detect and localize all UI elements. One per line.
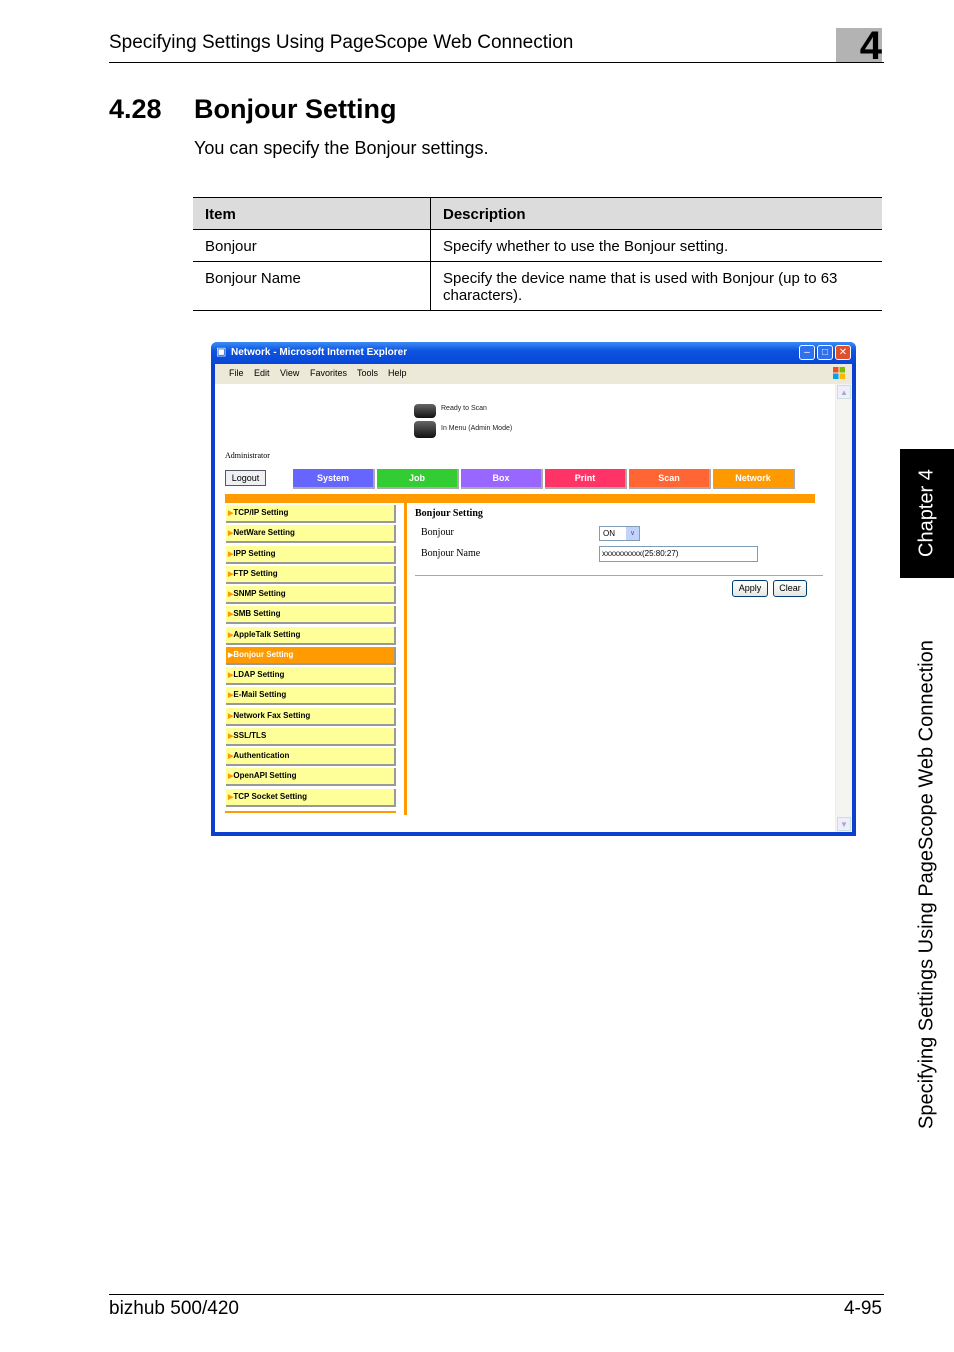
apply-button[interactable]: Apply	[732, 580, 768, 597]
table-row: Bonjour Specify whether to use the Bonjo…	[193, 229, 882, 262]
chapter-number: 4	[859, 24, 882, 68]
side-tab-chapter-label: Chapter 4	[915, 469, 938, 558]
nav-item-label: Bonjour Setting	[233, 649, 294, 659]
window-title: Network - Microsoft Internet Explorer	[231, 347, 408, 358]
menu-view[interactable]: View	[280, 368, 299, 378]
tab-underline-bar	[225, 494, 815, 503]
nav-item-label: SSL/TLS	[233, 730, 267, 740]
bonjour-name-input[interactable]: xxxxxxxxxx(25:80:27)	[599, 546, 758, 562]
maximize-button[interactable]: □	[817, 345, 833, 360]
nav-item[interactable]: ▶TCP Socket Setting	[226, 788, 396, 807]
menu-edit[interactable]: Edit	[254, 368, 270, 378]
tab-scan[interactable]: Scan	[629, 469, 711, 489]
footer-page-number: 4-95	[843, 1298, 882, 1319]
bonjour-select[interactable]: ON ∨	[599, 526, 640, 541]
table-cell-item: Bonjour Name	[193, 261, 431, 311]
nav-item-label: TCP Socket Setting	[233, 791, 308, 801]
tab-print[interactable]: Print	[545, 469, 627, 489]
nav-divider	[404, 503, 407, 815]
column-header-item: Item	[193, 197, 431, 230]
close-button[interactable]: ✕	[835, 345, 851, 360]
browser-window: ▣ Network - Microsoft Internet Explorer …	[211, 342, 856, 836]
nav-item-label: Network Fax Setting	[233, 710, 311, 720]
chevron-down-icon[interactable]: ∨	[626, 527, 639, 540]
nav-item-label: NetWare Setting	[233, 528, 295, 538]
scanner-status: Ready to Scan	[441, 405, 487, 412]
tab-network[interactable]: Network	[713, 469, 795, 489]
tab-job[interactable]: Job	[377, 469, 459, 489]
table-cell-description: Specify the device name that is used wit…	[430, 261, 882, 311]
nav-item[interactable]: ▶LDAP Setting	[226, 667, 396, 685]
browser-content: Ready to Scan In Menu (Admin Mode) Admin…	[215, 384, 852, 832]
intro-text: You can specify the Bonjour settings.	[194, 138, 489, 158]
scroll-down-icon[interactable]: ▼	[837, 817, 851, 831]
bonjour-name-label: Bonjour Name	[421, 548, 481, 559]
section-title: Bonjour Setting	[194, 94, 397, 124]
ie-icon: ▣	[216, 346, 227, 358]
nav-item[interactable]: ▶NetWare Setting	[226, 525, 396, 544]
nav-bottom-rule	[225, 811, 396, 813]
nav-item-label: SNMP Setting	[233, 589, 286, 598]
windows-logo-icon	[833, 367, 845, 379]
nav-item-label: AppleTalk Setting	[233, 629, 301, 639]
nav-item-label: FTP Setting	[233, 568, 278, 578]
nav-item-label: E-Mail Setting	[233, 690, 287, 700]
menu-tools[interactable]: Tools	[357, 368, 378, 378]
printer-status: In Menu (Admin Mode)	[441, 425, 513, 432]
printer-icon	[414, 421, 436, 438]
table-cell-description: Specify whether to use the Bonjour setti…	[430, 229, 882, 262]
nav-item[interactable]: ▶SMB Setting	[226, 606, 396, 625]
nav-item-label: IPP Setting	[233, 548, 276, 558]
footer-rule	[109, 1294, 884, 1295]
nav-item[interactable]: ▶Authentication	[226, 748, 396, 766]
header-rule	[109, 62, 884, 63]
nav-item[interactable]: ▶Bonjour Setting	[226, 646, 396, 665]
bonjour-label: Bonjour	[421, 527, 454, 538]
nav-item[interactable]: ▶IPP Setting	[226, 545, 396, 564]
footer-model: bizhub 500/420	[109, 1298, 239, 1319]
nav-item[interactable]: ▶FTP Setting	[226, 565, 396, 584]
minimize-button[interactable]: –	[799, 345, 815, 360]
menu-file[interactable]: File	[229, 368, 244, 378]
table-row: Bonjour Name Specify the device name tha…	[193, 261, 882, 311]
menu-favorites[interactable]: Favorites	[310, 368, 347, 378]
tab-system[interactable]: System	[293, 469, 375, 489]
table-header-row: Item Description	[193, 197, 882, 230]
form-divider	[415, 575, 823, 576]
window-titlebar: ▣ Network - Microsoft Internet Explorer …	[211, 342, 856, 364]
section-number: 4.28	[109, 94, 162, 124]
side-tab-section-label: Specifying Settings Using PageScope Web …	[915, 640, 938, 1130]
scanner-icon	[414, 404, 436, 418]
nav-item[interactable]: ▶SNMP Setting	[226, 586, 396, 604]
menu-help[interactable]: Help	[388, 368, 407, 378]
nav-item-label: LDAP Setting	[233, 670, 285, 679]
nav-item[interactable]: ▶AppleTalk Setting	[226, 626, 396, 645]
user-mode-label: Administrator	[225, 451, 270, 460]
logout-button[interactable]: Logout	[225, 470, 266, 486]
nav-item[interactable]: ▶SSL/TLS	[226, 727, 396, 746]
scroll-up-icon[interactable]: ▲	[837, 385, 851, 399]
table-cell-item: Bonjour	[193, 229, 431, 262]
form-title: Bonjour Setting	[415, 508, 483, 519]
menu-bar: File Edit View Favorites Tools Help	[215, 364, 852, 385]
nav-item-label: OpenAPI Setting	[233, 771, 297, 781]
close-icon: ✕	[838, 347, 848, 358]
nav-item-label: SMB Setting	[233, 609, 281, 619]
nav-item[interactable]: ▶OpenAPI Setting	[226, 768, 396, 787]
nav-item[interactable]: ▶Network Fax Setting	[226, 707, 396, 726]
nav-item-label: TCP/IP Setting	[233, 508, 289, 517]
running-header-title: Specifying Settings Using PageScope Web …	[109, 32, 574, 53]
nav-item[interactable]: ▶TCP/IP Setting	[226, 505, 396, 523]
nav-item[interactable]: ▶E-Mail Setting	[226, 687, 396, 706]
vertical-scrollbar[interactable]: ▲ ▼	[835, 384, 852, 832]
bonjour-select-value: ON	[603, 529, 615, 538]
clear-button[interactable]: Clear	[773, 580, 807, 597]
column-header-description: Description	[430, 197, 882, 230]
maximize-icon: □	[821, 347, 829, 358]
tab-box[interactable]: Box	[461, 469, 543, 489]
minimize-icon: –	[804, 347, 810, 358]
nav-item-label: Authentication	[233, 751, 290, 760]
item-description-table: Item Description Bonjour Specify whether…	[193, 197, 882, 311]
